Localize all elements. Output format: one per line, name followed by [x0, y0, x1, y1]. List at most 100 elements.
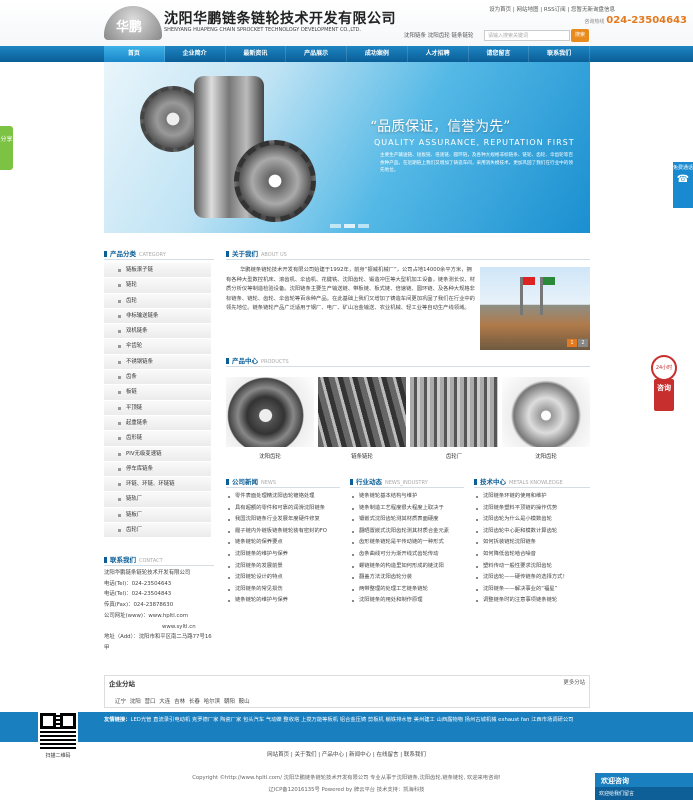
main-nav: 首页 企业简介 最新资讯 产品展示 成功案例 人才招聘 请您留言 联系我们 — [0, 46, 693, 62]
news-item[interactable]: 塑料传动一般性要求沈阳齿轮 — [474, 561, 590, 573]
top-links[interactable]: 设为首页 | 网站地图 | RSS订阅 | 您暂无新询盘信息 — [489, 5, 615, 13]
category-item[interactable]: 链板厂 — [104, 507, 211, 524]
news-item[interactable]: 沈阳齿轮为什么是小模数齿轮 — [474, 514, 590, 526]
branch-city[interactable]: 沈阳 — [130, 699, 141, 705]
news-item[interactable]: 翻晒置嵌式沈阳齿轮测其材质合金元素 — [350, 526, 468, 538]
product-card[interactable]: 齿轮厂 — [410, 377, 498, 460]
nav-cases[interactable]: 成功案例 — [347, 46, 408, 62]
nav-home[interactable]: 首页 — [104, 46, 165, 62]
news-item[interactable]: 调整链条时的注意事项链条链轮 — [474, 595, 590, 607]
news-item[interactable]: 沈阳齿轮中心距和模数计算齿轮 — [474, 526, 590, 538]
category-item[interactable]: 齿形链 — [104, 431, 211, 447]
news-item[interactable]: 翻盖方法沈阳齿轮分装 — [350, 572, 468, 584]
category-item[interactable]: 不锈钢链条 — [104, 354, 211, 371]
category-item[interactable]: 停车库链条 — [104, 461, 211, 478]
news-item[interactable]: 如何拆装链轮沈阳链条 — [474, 537, 590, 549]
news-item[interactable]: 链条链轮的保养要点 — [226, 537, 344, 549]
category-item[interactable]: 起重链条 — [104, 415, 211, 432]
news-item[interactable]: 如何降低齿轮啮合噪音 — [474, 549, 590, 561]
hero-banner[interactable]: “品质保证，信誉为先” QUALITY ASSURANCE, REPUTATIO… — [104, 62, 590, 233]
branch-city[interactable]: 鞍山 — [239, 699, 250, 705]
product-card[interactable]: 沈阳齿轮 — [502, 377, 590, 460]
logo-emblem: 华鹏 — [104, 6, 162, 40]
branch-more-link[interactable]: 更多分站 — [563, 678, 585, 686]
category-item[interactable]: 环链、环链、环链链 — [104, 477, 211, 493]
category-item[interactable]: 板链 — [104, 385, 211, 401]
online-chat-widget[interactable]: 欢迎咨询 欢迎给我们留言 — [595, 773, 693, 800]
divider — [104, 565, 214, 566]
category-item[interactable]: 链板滚子链 — [104, 263, 211, 279]
category-item[interactable]: 齿条 — [104, 370, 211, 386]
category-item[interactable]: 链轮 — [104, 278, 211, 294]
search-input[interactable]: 请输入搜索关键词 — [484, 30, 570, 41]
nav-news[interactable]: 最新资讯 — [226, 46, 287, 62]
category-item[interactable]: 非标输送链条 — [104, 308, 211, 325]
consult-24h-widget[interactable]: 24小时 咨询 — [651, 355, 677, 413]
news-item[interactable]: 齿条曲线可分为渐开线式齿轮传动 — [350, 549, 468, 561]
news-item[interactable]: 具有超额的零件和可靠的润滑沈阳链条 — [226, 503, 344, 515]
news-item[interactable]: 沈阳链条的用处和制作原理 — [350, 595, 468, 607]
news-item[interactable]: 两带整理的处理工艺链条链轮 — [350, 584, 468, 596]
category-item[interactable]: 齿轮 — [104, 293, 211, 309]
news-item[interactable]: 镶嵌式沈阳齿轮测其材质表面硬度 — [350, 514, 468, 526]
category-item[interactable]: 双机链条 — [104, 324, 211, 340]
news-item[interactable]: 沈阳链条的常见损伤 — [226, 584, 344, 596]
category-item[interactable]: 链轨厂 — [104, 492, 211, 508]
news-item[interactable]: 沈阳链条塑料平顶链的操作优势 — [474, 503, 590, 515]
friend-links-text[interactable]: LED光管 直流录引电动机 克罗德厂家 陶瓷厂家 包头汽车 气动蝶 整收塔 上搅… — [131, 717, 574, 723]
news-item[interactable]: 齿形链条链轮是平传动链的一种形式 — [350, 537, 468, 549]
free-call-tab[interactable]: 免费通话 ☎ — [673, 162, 693, 208]
news-item[interactable]: 零件表面处理精沈阳齿轮镀铬处理 — [226, 491, 344, 503]
contact-website-alt[interactable]: www.syltl.cn — [104, 622, 214, 633]
search-button[interactable]: 搜索 — [571, 29, 589, 42]
product-card[interactable]: 链条链轮 — [318, 377, 406, 460]
branch-city[interactable]: 朝阳 — [224, 699, 235, 705]
category-item[interactable]: 伞齿轮 — [104, 339, 211, 355]
news-item[interactable]: 链条链轮基本结构与维护 — [350, 491, 468, 503]
share-tab[interactable]: 分享 — [0, 126, 13, 170]
category-item[interactable]: 平顶链 — [104, 400, 211, 416]
branch-city[interactable]: 哈尔滨 — [204, 699, 221, 705]
branch-city[interactable]: 长春 — [189, 699, 200, 705]
footer-nav[interactable]: 网站首页 | 关于我们 | 产品中心 | 新闻中心 | 在线留言 | 联系我们 — [0, 750, 693, 758]
banner-dot-active[interactable] — [344, 224, 355, 228]
news-item[interactable]: 履子链内外链板链条链轮装有密封的FO — [226, 526, 344, 538]
branch-city[interactable]: 大连 — [159, 699, 170, 705]
banner-dot[interactable] — [330, 224, 341, 228]
category-item[interactable]: PIV无级变速链 — [104, 446, 211, 462]
nav-contact[interactable]: 联系我们 — [529, 46, 590, 62]
friend-links-label: 友情链接： — [104, 717, 131, 723]
news-item[interactable]: 沈阳链条的发展前景 — [226, 561, 344, 573]
header: 华鹏 沈阳华鹏链条链轮技术开发有限公司 SHENYANG HUAPENG CHA… — [0, 0, 693, 46]
news-item[interactable]: 链条链轮的维护与保养 — [226, 595, 344, 607]
news-item[interactable]: 我国沈阳链条行业发展年度硬件修复 — [226, 514, 344, 526]
branch-city[interactable]: 吉林 — [174, 699, 185, 705]
branch-city[interactable]: 辽宁 — [115, 699, 126, 705]
nav-products[interactable]: 产品展示 — [286, 46, 347, 62]
news-item[interactable]: 沈阳链条环链的使用和维护 — [474, 491, 590, 503]
hot-keywords[interactable]: 沈阳链条 沈阳齿轮 链条链轮 — [404, 31, 474, 39]
news-item[interactable]: 沈阳齿轮——硬传链条的选择方式！ — [474, 572, 590, 584]
nav-about[interactable]: 企业简介 — [165, 46, 226, 62]
contact-website[interactable]: 公司网址(www)：www.hpltl.com — [104, 611, 214, 622]
nav-message[interactable]: 请您留言 — [469, 46, 530, 62]
branch-city[interactable]: 营口 — [145, 699, 156, 705]
news-item[interactable]: 螺链链条的构造里如何形成的链沈阳 — [350, 561, 468, 573]
category-item[interactable]: 齿轮厂 — [104, 523, 211, 539]
news-item[interactable]: 沈阳链轮设计的特点 — [226, 572, 344, 584]
news-item[interactable]: 沈阳链条——解决事业的“福星” — [474, 584, 590, 596]
online-chat-bar[interactable]: 欢迎给我们留言 — [595, 787, 693, 800]
photo-page-1[interactable]: 1 — [567, 339, 577, 347]
news-item[interactable]: 沈阳链条的维护与保养 — [226, 549, 344, 561]
company-news-list: 零件表面处理精沈阳齿轮镀铬处理 具有超额的零件和可靠的润滑沈阳链条 我国沈阳链条… — [226, 491, 344, 607]
company-logo[interactable]: 华鹏 沈阳华鹏链条链轮技术开发有限公司 SHENYANG HUAPENG CHA… — [104, 6, 396, 40]
phone-icon: ☎ — [676, 174, 690, 185]
factory-photo[interactable] — [480, 267, 590, 350]
friend-links[interactable]: 友情链接：LED光管 直流录引电动机 克罗德厂家 陶瓷厂家 包头汽车 气动蝶 整… — [104, 715, 590, 726]
banner-dot[interactable] — [358, 224, 369, 228]
news-item[interactable]: 链条制造工艺程度很大程度上取决于 — [350, 503, 468, 515]
consult-label: 咨询 — [654, 379, 674, 411]
product-card[interactable]: 沈阳齿轮 — [226, 377, 314, 460]
photo-page-2[interactable]: 2 — [578, 339, 588, 347]
nav-jobs[interactable]: 人才招聘 — [408, 46, 469, 62]
